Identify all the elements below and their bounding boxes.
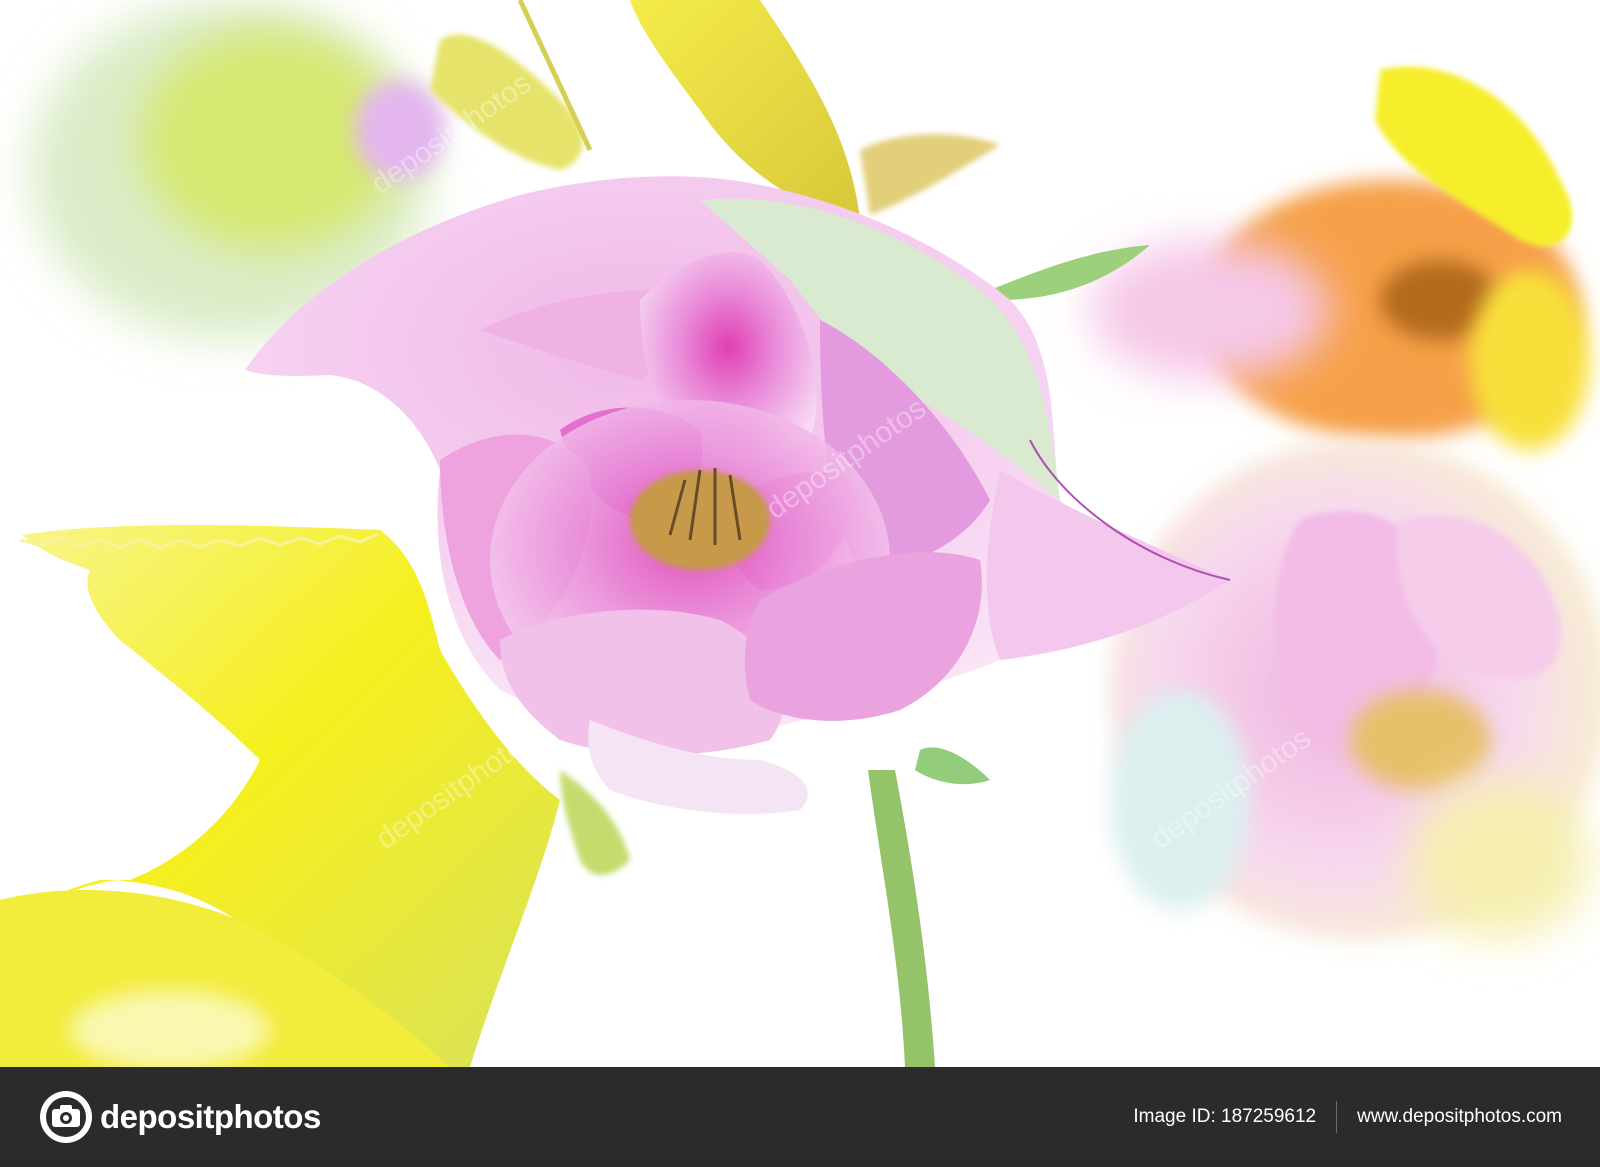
stock-photo: depositphotos depositphotos depositphoto… [0,0,1600,1067]
flower-right [1110,440,1600,940]
website-link[interactable]: www.depositphotos.com [1357,1106,1562,1128]
flower-illustration: depositphotos depositphotos depositphoto… [0,0,1600,1067]
meta-divider [1336,1101,1338,1133]
image-meta: Image ID: 187259612 www.depositphotos.co… [1133,1067,1562,1167]
camera-logo-icon [40,1091,92,1143]
stock-footer-bar: depositphotos Image ID: 187259612 www.de… [0,1067,1600,1167]
image-id-label: Image ID: 187259612 [1133,1106,1317,1127]
depositphotos-logo[interactable]: depositphotos [38,1089,321,1145]
logo-wordmark: depositphotos [100,1098,321,1135]
